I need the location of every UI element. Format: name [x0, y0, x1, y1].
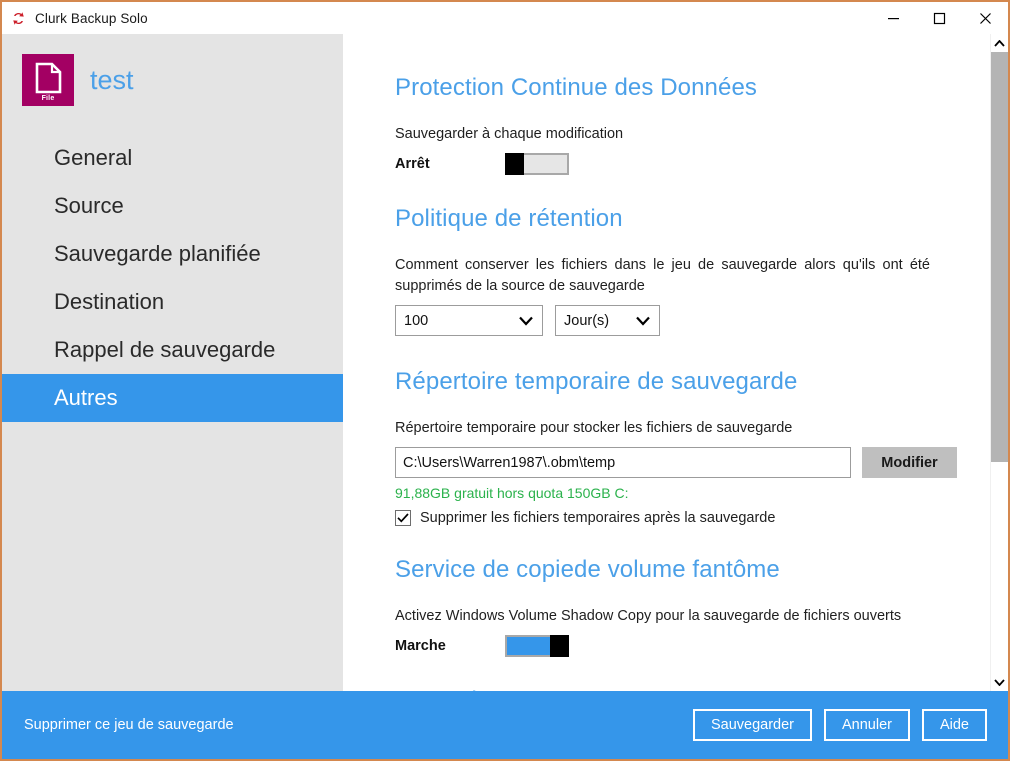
cancel-button[interactable]: Annuler [823, 709, 910, 741]
close-button[interactable] [962, 2, 1008, 34]
cdp-toggle-switch[interactable] [505, 153, 569, 176]
content-scrollbar[interactable] [990, 34, 1008, 691]
sidebar-item-source[interactable]: Source [2, 182, 343, 230]
temp-dir-path-input[interactable] [395, 447, 851, 479]
vss-description: Activez Windows Volume Shadow Copy pour … [395, 608, 902, 625]
checkmark-icon [397, 513, 409, 523]
window-body: File test General Source Sauvegarde plan… [2, 34, 1008, 691]
section-retention-policy: Politique de rétention Comment conserver… [395, 205, 990, 337]
sidebar-item-others[interactable]: Autres [2, 374, 343, 422]
temp-dir-path-row: Modifier [395, 447, 990, 479]
sync-arrows-icon [13, 11, 24, 25]
scrollbar-thumb[interactable] [990, 52, 1008, 462]
scrollbar-track[interactable] [990, 52, 1008, 673]
help-button[interactable]: Aide [921, 709, 987, 741]
temp-dir-heading: Répertoire temporaire de sauvegarde [395, 368, 798, 396]
temp-dir-description: Répertoire temporaire pour stocker les f… [395, 420, 793, 437]
chevron-down-icon [994, 678, 1005, 686]
chevron-down-icon [636, 316, 650, 326]
delete-backup-set-link[interactable]: Supprimer ce jeu de sauvegarde [24, 717, 234, 733]
retention-heading: Politique de rétention [395, 205, 623, 233]
scroll-up-button[interactable] [991, 34, 1009, 52]
opendirect-heading: OpenDirect [395, 687, 990, 691]
vss-toggle-label: Marche [395, 638, 446, 655]
section-continuous-data-protection: Protection Continue des Données Sauvegar… [395, 74, 990, 176]
file-backup-type-icon: File [22, 54, 74, 106]
content-pane: Protection Continue des Données Sauvegar… [343, 34, 1008, 691]
minimize-button[interactable] [870, 2, 916, 34]
file-icon-label: File [41, 95, 55, 102]
cdp-heading: Protection Continue des Données [395, 74, 757, 101]
maximize-icon [933, 12, 945, 24]
sidebar-item-backup-reminder[interactable]: Rappel de sauvegarde [2, 326, 343, 374]
modify-temp-dir-button[interactable]: Modifier [862, 447, 957, 479]
scroll-down-button[interactable] [991, 673, 1009, 691]
sidebar-item-destination[interactable]: Destination [2, 278, 343, 326]
cdp-toggle-label: Arrêt [395, 156, 430, 173]
retention-unit-select[interactable]: Jour(s) [555, 305, 660, 337]
delete-temp-files-label: Supprimer les fichiers temporaires après… [420, 510, 776, 527]
toggle-knob [550, 635, 569, 658]
chevron-down-icon [519, 316, 533, 326]
document-icon [35, 62, 61, 94]
title-bar-left: Clurk Backup Solo [2, 10, 148, 27]
retention-quantity-value: 100 [404, 312, 429, 329]
vss-toggle-switch[interactable] [505, 635, 569, 658]
retention-unit-value: Jour(s) [564, 312, 610, 329]
save-button[interactable]: Sauvegarder [692, 709, 812, 741]
chevron-up-icon [994, 39, 1005, 47]
section-opendirect: OpenDirect [395, 687, 990, 691]
retention-description: Comment conserver les fichiers dans le j… [395, 257, 930, 295]
cdp-toggle-row: Arrêt [395, 153, 990, 176]
delete-temp-files-checkbox[interactable] [395, 510, 411, 527]
sidebar-nav: General Source Sauvegarde planifiée Dest… [2, 134, 343, 422]
window-controls [870, 2, 1008, 34]
vss-heading: Service de copiede volume fantôme [395, 556, 780, 584]
delete-temp-files-checkbox-row[interactable]: Supprimer les fichiers temporaires après… [395, 510, 990, 527]
bottom-action-bar: Supprimer ce jeu de sauvegarde Sauvegard… [2, 691, 1008, 759]
title-bar: Clurk Backup Solo [2, 2, 1008, 34]
maximize-button[interactable] [916, 2, 962, 34]
close-icon [979, 12, 991, 24]
retention-select-row: 100 Jour(s) [395, 305, 990, 337]
settings-content: Protection Continue des Données Sauvegar… [343, 34, 990, 691]
bottom-buttons: Sauvegarder Annuler Aide [692, 709, 987, 741]
section-temporary-directory: Répertoire temporaire de sauvegarde Répe… [395, 368, 990, 527]
sidebar-item-scheduled-backup[interactable]: Sauvegarde planifiée [2, 230, 343, 278]
backup-set-profile: File test [2, 54, 343, 106]
minimize-icon [887, 17, 899, 19]
section-volume-shadow-copy: Service de copiede volume fantôme Active… [395, 556, 990, 658]
retention-quantity-select[interactable]: 100 [395, 305, 543, 337]
vss-toggle-row: Marche [395, 635, 990, 658]
backup-set-name: test [90, 64, 134, 95]
cdp-description: Sauvegarder à chaque modification [395, 126, 624, 142]
application-window: Clurk Backup Solo File test General Sour… [0, 0, 1010, 761]
sidebar-item-general[interactable]: General [2, 134, 343, 182]
toggle-knob [505, 153, 524, 176]
window-title: Clurk Backup Solo [35, 10, 148, 26]
temp-dir-quota-note: 91,88GB gratuit hors quota 150GB C: [395, 485, 629, 502]
sidebar: File test General Source Sauvegarde plan… [2, 34, 343, 691]
